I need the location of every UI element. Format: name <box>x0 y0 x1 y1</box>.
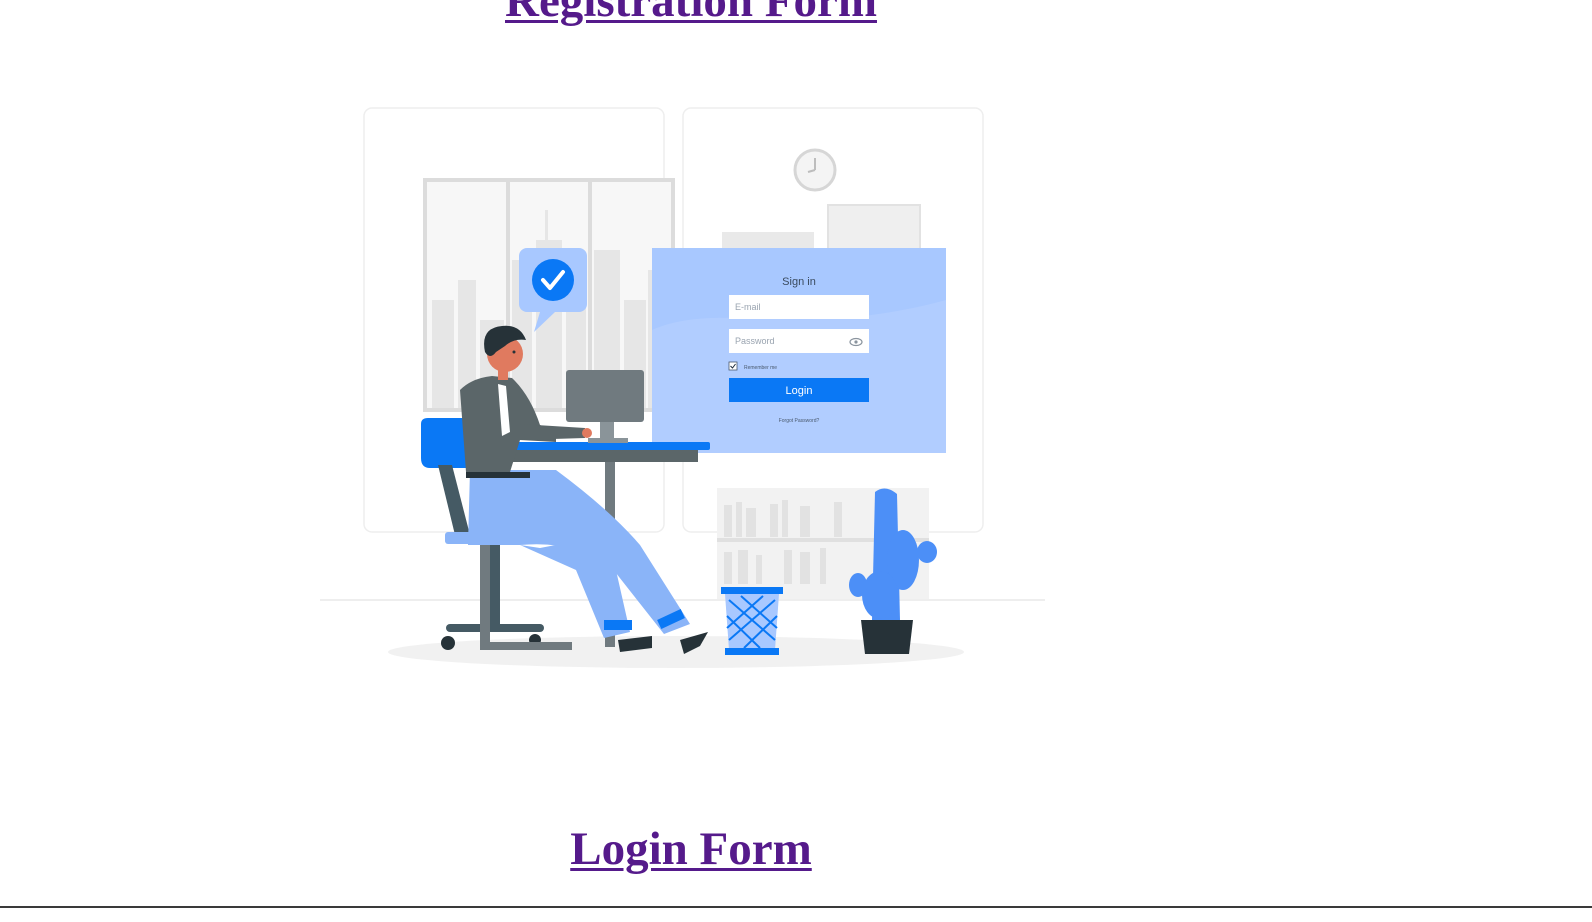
clock-icon <box>793 148 837 192</box>
remember-label: Remember me <box>744 365 777 371</box>
signin-panel-illustration: Sign in E-mail Password Remember me Logi… <box>652 248 946 453</box>
registration-form-link[interactable]: Registration Form <box>0 0 1382 25</box>
password-placeholder: Password <box>735 336 775 346</box>
wastebasket-icon <box>721 587 783 655</box>
forgot-label: Forgot Password? <box>779 418 820 424</box>
email-placeholder: E-mail <box>735 302 761 312</box>
bottom-divider <box>0 906 1592 908</box>
login-illustration: Sign in E-mail Password Remember me Logi… <box>320 107 1045 668</box>
checkbox-icon <box>728 361 738 371</box>
signin-title: Sign in <box>782 276 816 288</box>
illustration-login-button: Login <box>786 385 813 397</box>
login-form-link[interactable]: Login Form <box>0 826 1382 873</box>
